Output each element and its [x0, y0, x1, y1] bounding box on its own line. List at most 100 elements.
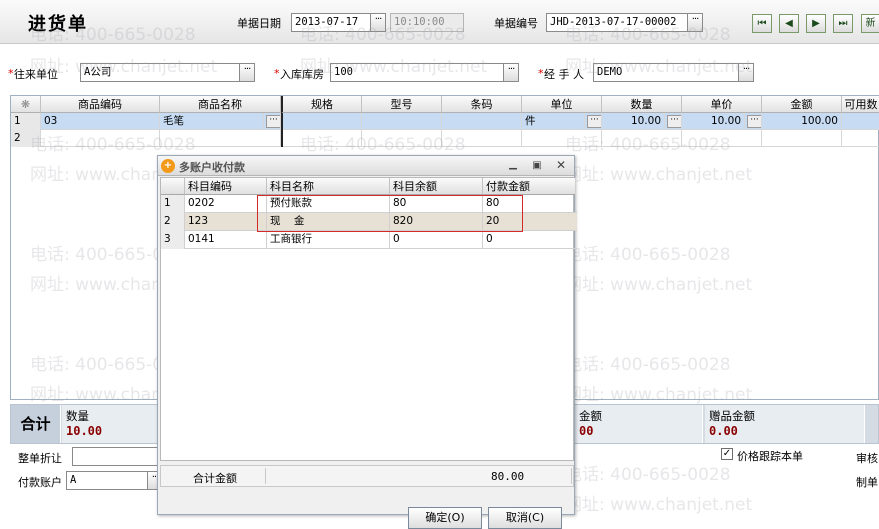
cell-payment[interactable]: 20	[483, 213, 575, 231]
cell-barcode[interactable]	[442, 130, 522, 147]
cell-spec[interactable]	[281, 130, 362, 147]
dialog-total-bar: 合计金额 80.00	[160, 465, 574, 487]
discount-field[interactable]	[72, 447, 162, 466]
cell-price[interactable]: 10.00	[682, 113, 745, 130]
cell-code[interactable]: 03	[41, 113, 160, 130]
col-header[interactable]: 商品名称	[160, 96, 281, 113]
total-amount-label: 金额	[579, 409, 602, 423]
cell-amount[interactable]	[762, 130, 842, 147]
cell-account-name[interactable]: 工商银行	[267, 231, 390, 249]
dialog-total-label: 合计金额	[193, 472, 237, 485]
cell-account-code[interactable]: 0202	[185, 195, 267, 213]
discount-label: 整单折让	[18, 452, 62, 465]
close-icon[interactable]: ✕	[555, 159, 567, 171]
doc-date-picker-button[interactable]: ···	[370, 13, 386, 32]
warehouse-label: 入库库房	[280, 68, 324, 81]
col-header[interactable]: 科目余额	[390, 178, 483, 195]
col-header[interactable]: 科目编码	[185, 178, 267, 195]
gift-amount-box: 赠品金额 0.00	[705, 405, 865, 443]
required-mark: *	[8, 67, 14, 80]
cell-qty[interactable]	[602, 130, 682, 147]
cell-qty-button[interactable]: ···	[665, 113, 682, 130]
pay-account-field[interactable]: A	[66, 471, 148, 490]
cancel-button[interactable]: 取消(C)	[488, 507, 562, 529]
cell-unit[interactable]	[522, 130, 602, 147]
doc-no-field[interactable]: JHD-2013-07-17-00002	[546, 13, 688, 32]
cell-qty[interactable]: 10.00	[602, 113, 665, 130]
cell-model[interactable]	[362, 113, 442, 130]
cell-name[interactable]: 毛笔	[160, 113, 264, 130]
doc-no-label: 单据编号	[494, 17, 538, 30]
handler-label: 经 手 人	[544, 68, 584, 81]
cell-account-name[interactable]: 现 金	[267, 213, 390, 231]
table-row[interactable]: 1 0202 预付账款 80 80	[161, 195, 577, 213]
cell-balance: 820	[390, 213, 483, 231]
table-row[interactable]: 3 0141 工商银行 0 0	[161, 231, 577, 249]
maker-label: 制单	[856, 476, 878, 489]
cell-balance: 80	[390, 195, 483, 213]
cell-balance: 0	[390, 231, 483, 249]
page-title: 进货单	[28, 14, 88, 35]
totals-title-box: 合计	[11, 405, 61, 443]
handler-field[interactable]: DEMO	[593, 63, 739, 82]
last-record-icon[interactable]: ⏭	[833, 14, 853, 33]
warehouse-lookup-button[interactable]: ···	[503, 63, 519, 82]
ok-button[interactable]: 确定(O)	[408, 507, 482, 529]
totals-label: 合计	[20, 415, 51, 433]
col-header[interactable]: 单价	[682, 96, 762, 113]
col-header[interactable]: 科目名称	[267, 178, 390, 195]
col-header[interactable]: 付款金额	[483, 178, 575, 195]
cell-code[interactable]	[41, 130, 160, 147]
cell-model[interactable]	[362, 130, 442, 147]
col-header[interactable]: 条码	[442, 96, 522, 113]
maximize-icon[interactable]: ▣	[531, 160, 543, 172]
row-index: 1	[161, 195, 185, 213]
cell-unit-lookup-button[interactable]: ···	[585, 113, 602, 130]
first-record-icon[interactable]: ⏮	[752, 14, 772, 33]
cell-unit[interactable]: 件	[522, 113, 585, 130]
cell-spec[interactable]	[281, 113, 362, 130]
new-button[interactable]: 新	[861, 14, 879, 33]
partner-lookup-button[interactable]: ···	[239, 63, 255, 82]
doc-time-field: 10:10:00	[390, 13, 464, 32]
divider	[265, 468, 266, 484]
total-qty-value: 10.00	[66, 424, 103, 438]
col-header[interactable]: 规格	[281, 96, 362, 113]
col-header[interactable]: 可用数	[842, 96, 879, 113]
price-track-checkbox[interactable]: ✓	[721, 448, 733, 460]
dialog-title: 多账户收付款	[179, 161, 245, 174]
row-index: 1	[11, 113, 41, 130]
cell-name[interactable]	[160, 130, 281, 147]
doc-date-field[interactable]: 2013-07-17	[291, 13, 371, 32]
cell-account-code[interactable]: 123	[185, 213, 267, 231]
cell-name-lookup-button[interactable]: ···	[264, 113, 281, 130]
cell-price[interactable]	[682, 130, 762, 147]
handler-lookup-button[interactable]: ···	[738, 63, 754, 82]
doc-no-button[interactable]: ···	[687, 13, 703, 32]
cell-payment[interactable]: 80	[483, 195, 575, 213]
warehouse-field[interactable]: 100	[330, 63, 504, 82]
col-header[interactable]: 型号	[362, 96, 442, 113]
partner-field[interactable]: A公司	[80, 63, 240, 82]
table-row[interactable]: 2 123 现 金 820 20	[161, 213, 577, 231]
next-record-icon[interactable]: ▶	[806, 14, 826, 33]
prev-record-icon[interactable]: ◀	[779, 14, 799, 33]
dialog-titlebar[interactable]: + 多账户收付款 ▁ ▣ ✕	[158, 156, 574, 176]
app-icon: +	[161, 159, 175, 173]
divider	[571, 468, 572, 484]
cell-account-name[interactable]: 预付账款	[267, 195, 390, 213]
total-qty-label: 数量	[66, 409, 89, 423]
watermark-text: 电话: 400-665-0028	[565, 465, 731, 485]
cell-barcode[interactable]	[442, 113, 522, 130]
col-header[interactable]: 数量	[602, 96, 682, 113]
cell-amount[interactable]: 100.00	[762, 113, 842, 130]
col-header[interactable]: 商品编码	[41, 96, 160, 113]
minimize-icon[interactable]: ▁	[507, 160, 519, 172]
col-header[interactable]: 单位	[522, 96, 602, 113]
cell-account-code[interactable]: 0141	[185, 231, 267, 249]
table-row[interactable]: 1 03 毛笔 ··· 件 ··· 10.00 ··· 10.00 ··· 10…	[11, 113, 879, 130]
cell-price-button[interactable]: ···	[745, 113, 762, 130]
col-header[interactable]: 金额	[762, 96, 842, 113]
table-row[interactable]: 2	[11, 130, 879, 147]
cell-payment[interactable]: 0	[483, 231, 575, 249]
